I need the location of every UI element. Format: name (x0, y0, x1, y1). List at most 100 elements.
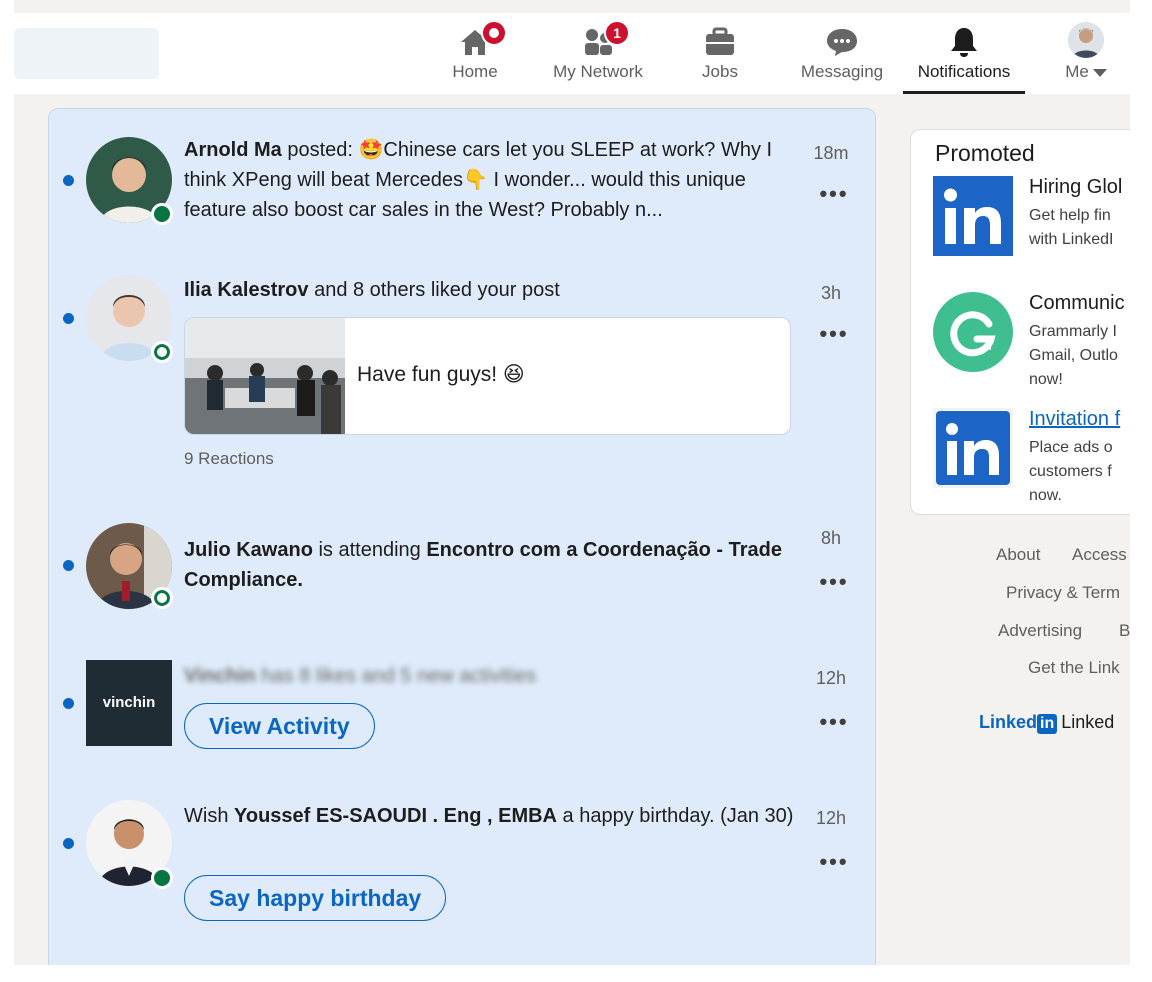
nav-notifications-label: Notifications (917, 62, 1011, 81)
chat-icon (827, 29, 857, 56)
app-frame: Home 1 My Network Jobs Messaging Notific… (14, 0, 1130, 965)
online-status-icon (151, 867, 173, 889)
global-nav: Home 1 My Network Jobs Messaging Notific… (14, 13, 1130, 94)
notification-item[interactable]: Arnold Ma posted: 🤩Chinese cars let you … (49, 109, 875, 259)
action-text: a happy birthday. (Jan 30) (557, 805, 794, 827)
actor-name[interactable]: Arnold Ma (184, 139, 282, 161)
home-badge (481, 20, 507, 46)
say-happy-birthday-button[interactable]: Say happy birthday (184, 875, 447, 921)
nav-notifications[interactable]: Notifications (903, 13, 1025, 94)
post-thumbnail (185, 318, 345, 434)
nav-jobs-label: Jobs (702, 62, 738, 81)
timestamp: 12h (815, 808, 847, 828)
nav-messaging-label: Messaging (800, 62, 884, 81)
nav-home[interactable]: Home (439, 13, 511, 94)
notification-item[interactable]: Julio Kawano is attending Encontro com a… (49, 509, 875, 629)
briefcase-icon (706, 27, 734, 55)
notification-text[interactable]: Julio Kawano is attending Encontro com a… (184, 535, 794, 595)
unread-indicator (63, 175, 74, 186)
network-badge: 1 (604, 20, 630, 46)
promoted-headline[interactable]: Hiring Glol (1029, 176, 1122, 199)
promoted-card: Promoted Hiring Glol Get help fin with L… (910, 129, 1130, 515)
footer-brand: Linked in Linked (979, 712, 1114, 734)
promoted-body-line: Grammarly I (1029, 323, 1117, 340)
footer-link-privacy[interactable]: Privacy & Term (1006, 583, 1120, 603)
timestamp: 18m (813, 143, 849, 163)
timestamp: 12h (815, 668, 847, 688)
footer-link-business[interactable]: B (1119, 621, 1130, 641)
pointing-down-emoji: 👇 (463, 169, 488, 191)
promoted-body: Grammarly I Gmail, Outlo now! (1029, 320, 1118, 392)
footer-link-advertising[interactable]: Advertising (998, 621, 1082, 641)
chevron-down-icon (1092, 68, 1107, 77)
grammarly-logo-icon (933, 292, 1013, 372)
action-text: is attending (312, 539, 427, 561)
online-status-icon (151, 203, 173, 225)
more-options-button[interactable]: ••• (809, 849, 859, 875)
star-struck-emoji: 🤩 (358, 139, 384, 161)
nav-my-network-label: My Network (553, 62, 643, 81)
actor-name[interactable]: Ilia Kalestrov (184, 279, 309, 301)
me-avatar (1068, 22, 1104, 58)
linkedin-in-icon: in (1037, 714, 1058, 734)
promoted-headline-link[interactable]: Invitation f (1029, 408, 1120, 431)
unread-indicator (63, 838, 74, 849)
nav-me[interactable]: Me (1054, 13, 1118, 94)
nav-jobs[interactable]: Jobs (684, 13, 756, 94)
promoted-body: Place ads o customers f now. (1029, 436, 1113, 508)
reactions-count[interactable]: 9 Reactions (184, 449, 274, 469)
promoted-body: Get help fin with LinkedI (1029, 204, 1114, 252)
footer-brand-text: Linked (1061, 712, 1115, 732)
active-tab-indicator (903, 91, 1025, 94)
actor-name[interactable]: Youssef ES-SAOUDI . Eng , EMBA (234, 805, 557, 827)
promoted-body-line: now. (1029, 487, 1062, 504)
unread-indicator (63, 313, 74, 324)
company-logo-text: vinchin (102, 694, 156, 711)
promoted-body-line: Get help fin (1029, 207, 1111, 224)
more-options-button[interactable]: ••• (809, 709, 859, 735)
timestamp: 3h (820, 283, 842, 303)
more-options-button[interactable]: ••• (809, 181, 859, 207)
promoted-headline[interactable]: Communic (1029, 292, 1125, 315)
footer-link-accessibility[interactable]: Access (1072, 545, 1127, 565)
promoted-title: Promoted (935, 140, 1035, 166)
promoted-body-line: customers f (1029, 463, 1112, 480)
me-label-text: Me (1065, 62, 1089, 81)
nav-my-network[interactable]: 1 My Network (544, 13, 652, 94)
company-logo[interactable]: vinchin (86, 660, 172, 746)
online-status-icon (151, 341, 173, 363)
view-activity-button[interactable]: View Activity (184, 703, 375, 749)
nav-home-label: Home (452, 62, 498, 81)
search-input[interactable] (14, 28, 159, 79)
notification-text[interactable]: Arnold Ma posted: 🤩Chinese cars let you … (184, 135, 794, 225)
promoted-body-line: with LinkedI (1029, 231, 1114, 248)
unread-indicator (63, 560, 74, 571)
notification-item[interactable]: vinchin Vinchin has 8 likes and 5 new ac… (49, 649, 875, 779)
linkedin-wordmark: Linked (979, 712, 1038, 732)
promoted-body-line: Place ads o (1029, 439, 1113, 456)
action-text: has 8 likes and 5 new activities (255, 665, 537, 687)
actor-name[interactable]: Julio Kawano (184, 539, 313, 561)
actor-name[interactable]: Vinchin (184, 665, 256, 687)
post-caption: Have fun guys! 😆 (357, 363, 525, 386)
more-options-button[interactable]: ••• (809, 321, 859, 347)
action-text: and 8 others liked your post (308, 279, 560, 301)
notifications-list: Arnold Ma posted: 🤩Chinese cars let you … (48, 108, 876, 965)
nav-me-label: Me (1054, 62, 1118, 82)
notification-text[interactable]: Wish Youssef ES-SAOUDI . Eng , EMBA a ha… (184, 801, 794, 831)
notification-text[interactable]: Ilia Kalestrov and 8 others liked your p… (184, 275, 794, 305)
unread-indicator (63, 698, 74, 709)
online-status-icon (151, 587, 173, 609)
linkedin-logo-icon (933, 408, 1013, 488)
notification-item[interactable]: Wish Youssef ES-SAOUDI . Eng , EMBA a ha… (49, 789, 875, 949)
post-preview[interactable]: Have fun guys! 😆 (184, 317, 791, 435)
nav-messaging[interactable]: Messaging (793, 13, 891, 94)
notification-text[interactable]: Vinchin has 8 likes and 5 new activities (184, 661, 794, 691)
footer-link-about[interactable]: About (996, 545, 1040, 565)
more-options-button[interactable]: ••• (809, 569, 859, 595)
promoted-body-line: now! (1029, 371, 1063, 388)
footer-link-get-app[interactable]: Get the Link (1028, 658, 1120, 678)
linkedin-logo-icon (933, 176, 1013, 256)
promoted-body-line: Gmail, Outlo (1029, 347, 1118, 364)
bell-icon (951, 28, 977, 57)
